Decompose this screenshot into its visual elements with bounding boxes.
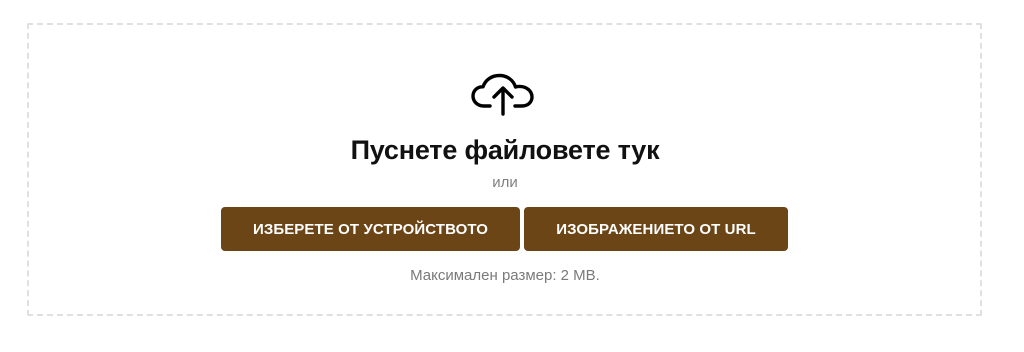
or-separator-text: или <box>492 174 518 191</box>
max-size-note: Максимален размер: 2 MB. <box>410 267 600 284</box>
drop-files-title: Пуснете файловете тук <box>350 135 660 165</box>
image-from-url-button[interactable]: ИЗОБРАЖЕНИЕТО ОТ URL <box>524 207 788 251</box>
choose-from-device-button[interactable]: ИЗБЕРЕТЕ ОТ УСТРОЙСТВОТО <box>221 207 520 251</box>
cloud-upload-icon <box>471 73 534 116</box>
